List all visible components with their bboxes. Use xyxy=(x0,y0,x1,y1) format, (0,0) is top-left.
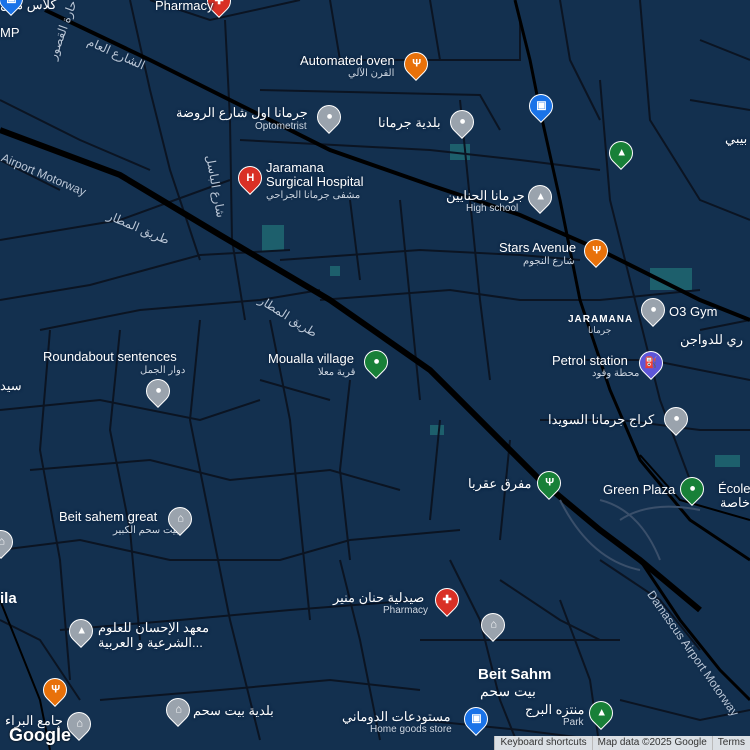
place-label[interactable]: Roundabout sentences xyxy=(43,350,177,364)
area-label-partial: ila xyxy=(0,590,17,607)
google-logo: Google xyxy=(9,725,71,745)
place-label[interactable]: Petrol station xyxy=(552,354,628,368)
place-label[interactable]: معهد الإحسان للعلوم xyxy=(98,621,209,635)
place-label[interactable]: École xyxy=(718,482,750,496)
place-label[interactable]: Jaramana xyxy=(266,161,324,175)
district-label: JARAMANA xyxy=(568,314,634,325)
place-sublabel: مشفى جرمانا الجراحي xyxy=(266,190,361,201)
place-label-partial: سيد xyxy=(0,378,22,393)
place-label[interactable]: كراج جرمانا السويدا xyxy=(548,413,654,427)
place-label[interactable]: منتزه البرج xyxy=(525,703,584,717)
map-canvas[interactable]: Airport Motorway طريق المطار طريق المطار… xyxy=(0,0,750,750)
place-sublabel: Optometrist xyxy=(255,121,307,132)
place-sublabel: Home goods store xyxy=(370,724,452,735)
place-label[interactable]: ري للدواجن xyxy=(680,333,743,347)
place-sublabel: Pharmacy xyxy=(383,605,429,616)
place-sublabel: Park xyxy=(563,717,584,728)
place-sublabel: شارع النجوم xyxy=(523,256,575,267)
place-label[interactable]: Pharmacy xyxy=(155,0,214,13)
place-sublabel: High school xyxy=(466,203,519,214)
place-label[interactable]: جرمانا الحنايين xyxy=(446,189,525,203)
place-label[interactable]: مفرق عقربا xyxy=(468,477,532,491)
place-label[interactable]: الشرعية و العربية... xyxy=(98,636,203,650)
terms-link[interactable]: Terms xyxy=(711,736,750,750)
place-label[interactable]: مستودعات الدوماني xyxy=(342,710,451,724)
place-label[interactable]: بلدية بيت سحم xyxy=(193,704,274,718)
place-label-partial: MP xyxy=(0,25,20,40)
area-label: Beit Sahm xyxy=(478,666,552,683)
keyboard-shortcuts-link[interactable]: Keyboard shortcuts xyxy=(494,736,591,750)
place-label[interactable]: Surgical Hospital xyxy=(266,175,364,189)
green-block xyxy=(715,455,740,467)
district-sublabel: جرمانا xyxy=(588,325,612,335)
place-label[interactable]: بلدية جرمانا xyxy=(378,116,441,130)
place-label[interactable]: Beit sahem great xyxy=(59,510,157,524)
green-block xyxy=(330,266,340,276)
place-sublabel: دوار الجمل xyxy=(140,365,186,376)
place-label[interactable]: Automated oven xyxy=(300,54,395,68)
place-label[interactable]: خاصة xyxy=(720,496,750,510)
place-label[interactable]: Green Plaza xyxy=(603,483,675,497)
green-block xyxy=(430,425,444,435)
map-footer: Keyboard shortcuts Map data ©2025 Google… xyxy=(494,736,750,750)
place-sublabel: محطة وقود xyxy=(592,368,640,379)
place-sublabel: بيت سحم الكبير xyxy=(113,525,179,536)
place-sublabel: قرية معلا xyxy=(318,367,356,378)
place-sublabel: الفرن الآلي xyxy=(348,68,395,79)
green-block xyxy=(262,225,284,251)
place-label[interactable]: جرمانا اول شارع الروضة xyxy=(176,106,308,120)
place-label-partial: بيبي xyxy=(725,131,748,146)
place-label[interactable]: O3 Gym xyxy=(669,305,717,319)
area-sublabel: بيت سحم xyxy=(480,683,536,699)
map-data-attribution: Map data ©2025 Google xyxy=(591,736,712,750)
place-label[interactable]: Moualla village xyxy=(268,352,354,366)
place-label[interactable]: Stars Avenue xyxy=(499,241,576,255)
place-label[interactable]: صيدلية حنان منير xyxy=(333,591,424,605)
